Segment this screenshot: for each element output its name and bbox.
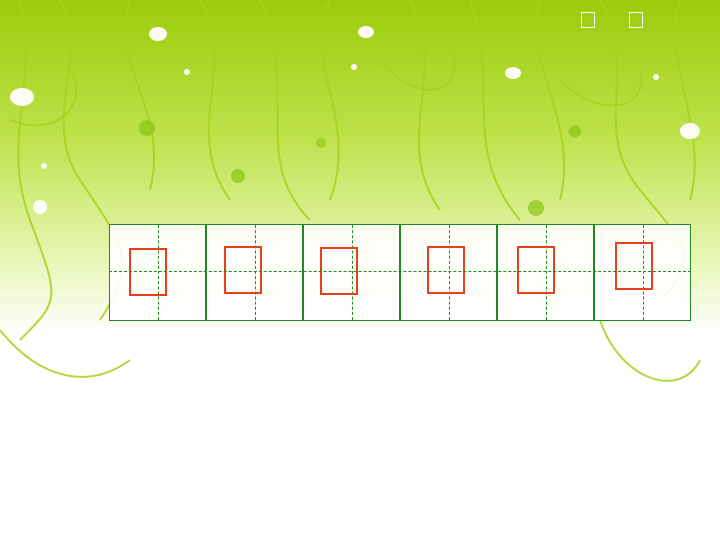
grid-cell [303, 224, 400, 321]
character-box [224, 246, 262, 294]
horizontal-guide-line [109, 271, 691, 272]
character-box [427, 246, 465, 294]
character-box [517, 246, 555, 294]
grid-cell [109, 224, 206, 321]
missing-glyph-icon [581, 12, 595, 28]
character-box [129, 248, 167, 296]
grid-cell [206, 224, 303, 321]
writing-grid [109, 224, 691, 322]
missing-glyph-icon [629, 12, 643, 28]
grid-cell [497, 224, 594, 321]
grid-cell [400, 224, 497, 321]
character-box [615, 242, 653, 290]
grid-cell [594, 224, 691, 321]
